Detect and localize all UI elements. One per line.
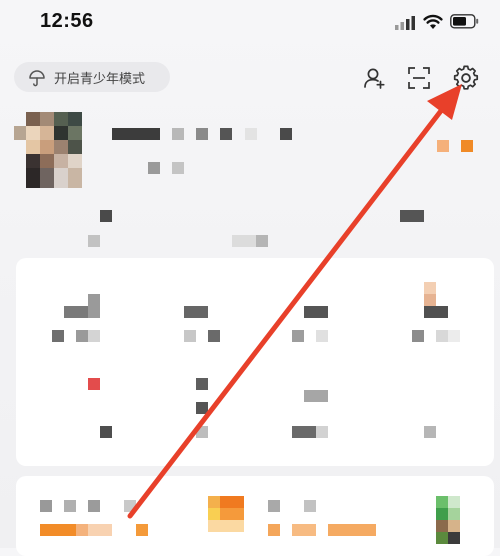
annotation-arrow	[127, 84, 462, 519]
